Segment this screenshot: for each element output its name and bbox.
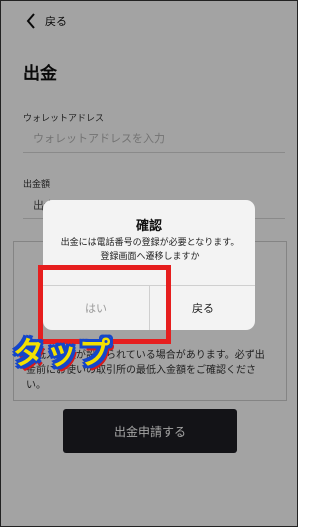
dialog-title: 確認 xyxy=(135,219,162,234)
dialog-message: 出金には電話番号の登録が必要となります。 登録画面へ遷移しますか xyxy=(59,236,241,264)
dialog-message-line2: 登録画面へ遷移しますか xyxy=(100,252,200,262)
screen: 戻る 出金 ウォレットアドレス 出金額 最低入金額が設けられている場合があります… xyxy=(0,0,298,527)
dialog-message-line1: 出金には電話番号の登録が必要となります。 xyxy=(60,238,240,248)
tap-annotation: タップ xyxy=(13,336,112,372)
